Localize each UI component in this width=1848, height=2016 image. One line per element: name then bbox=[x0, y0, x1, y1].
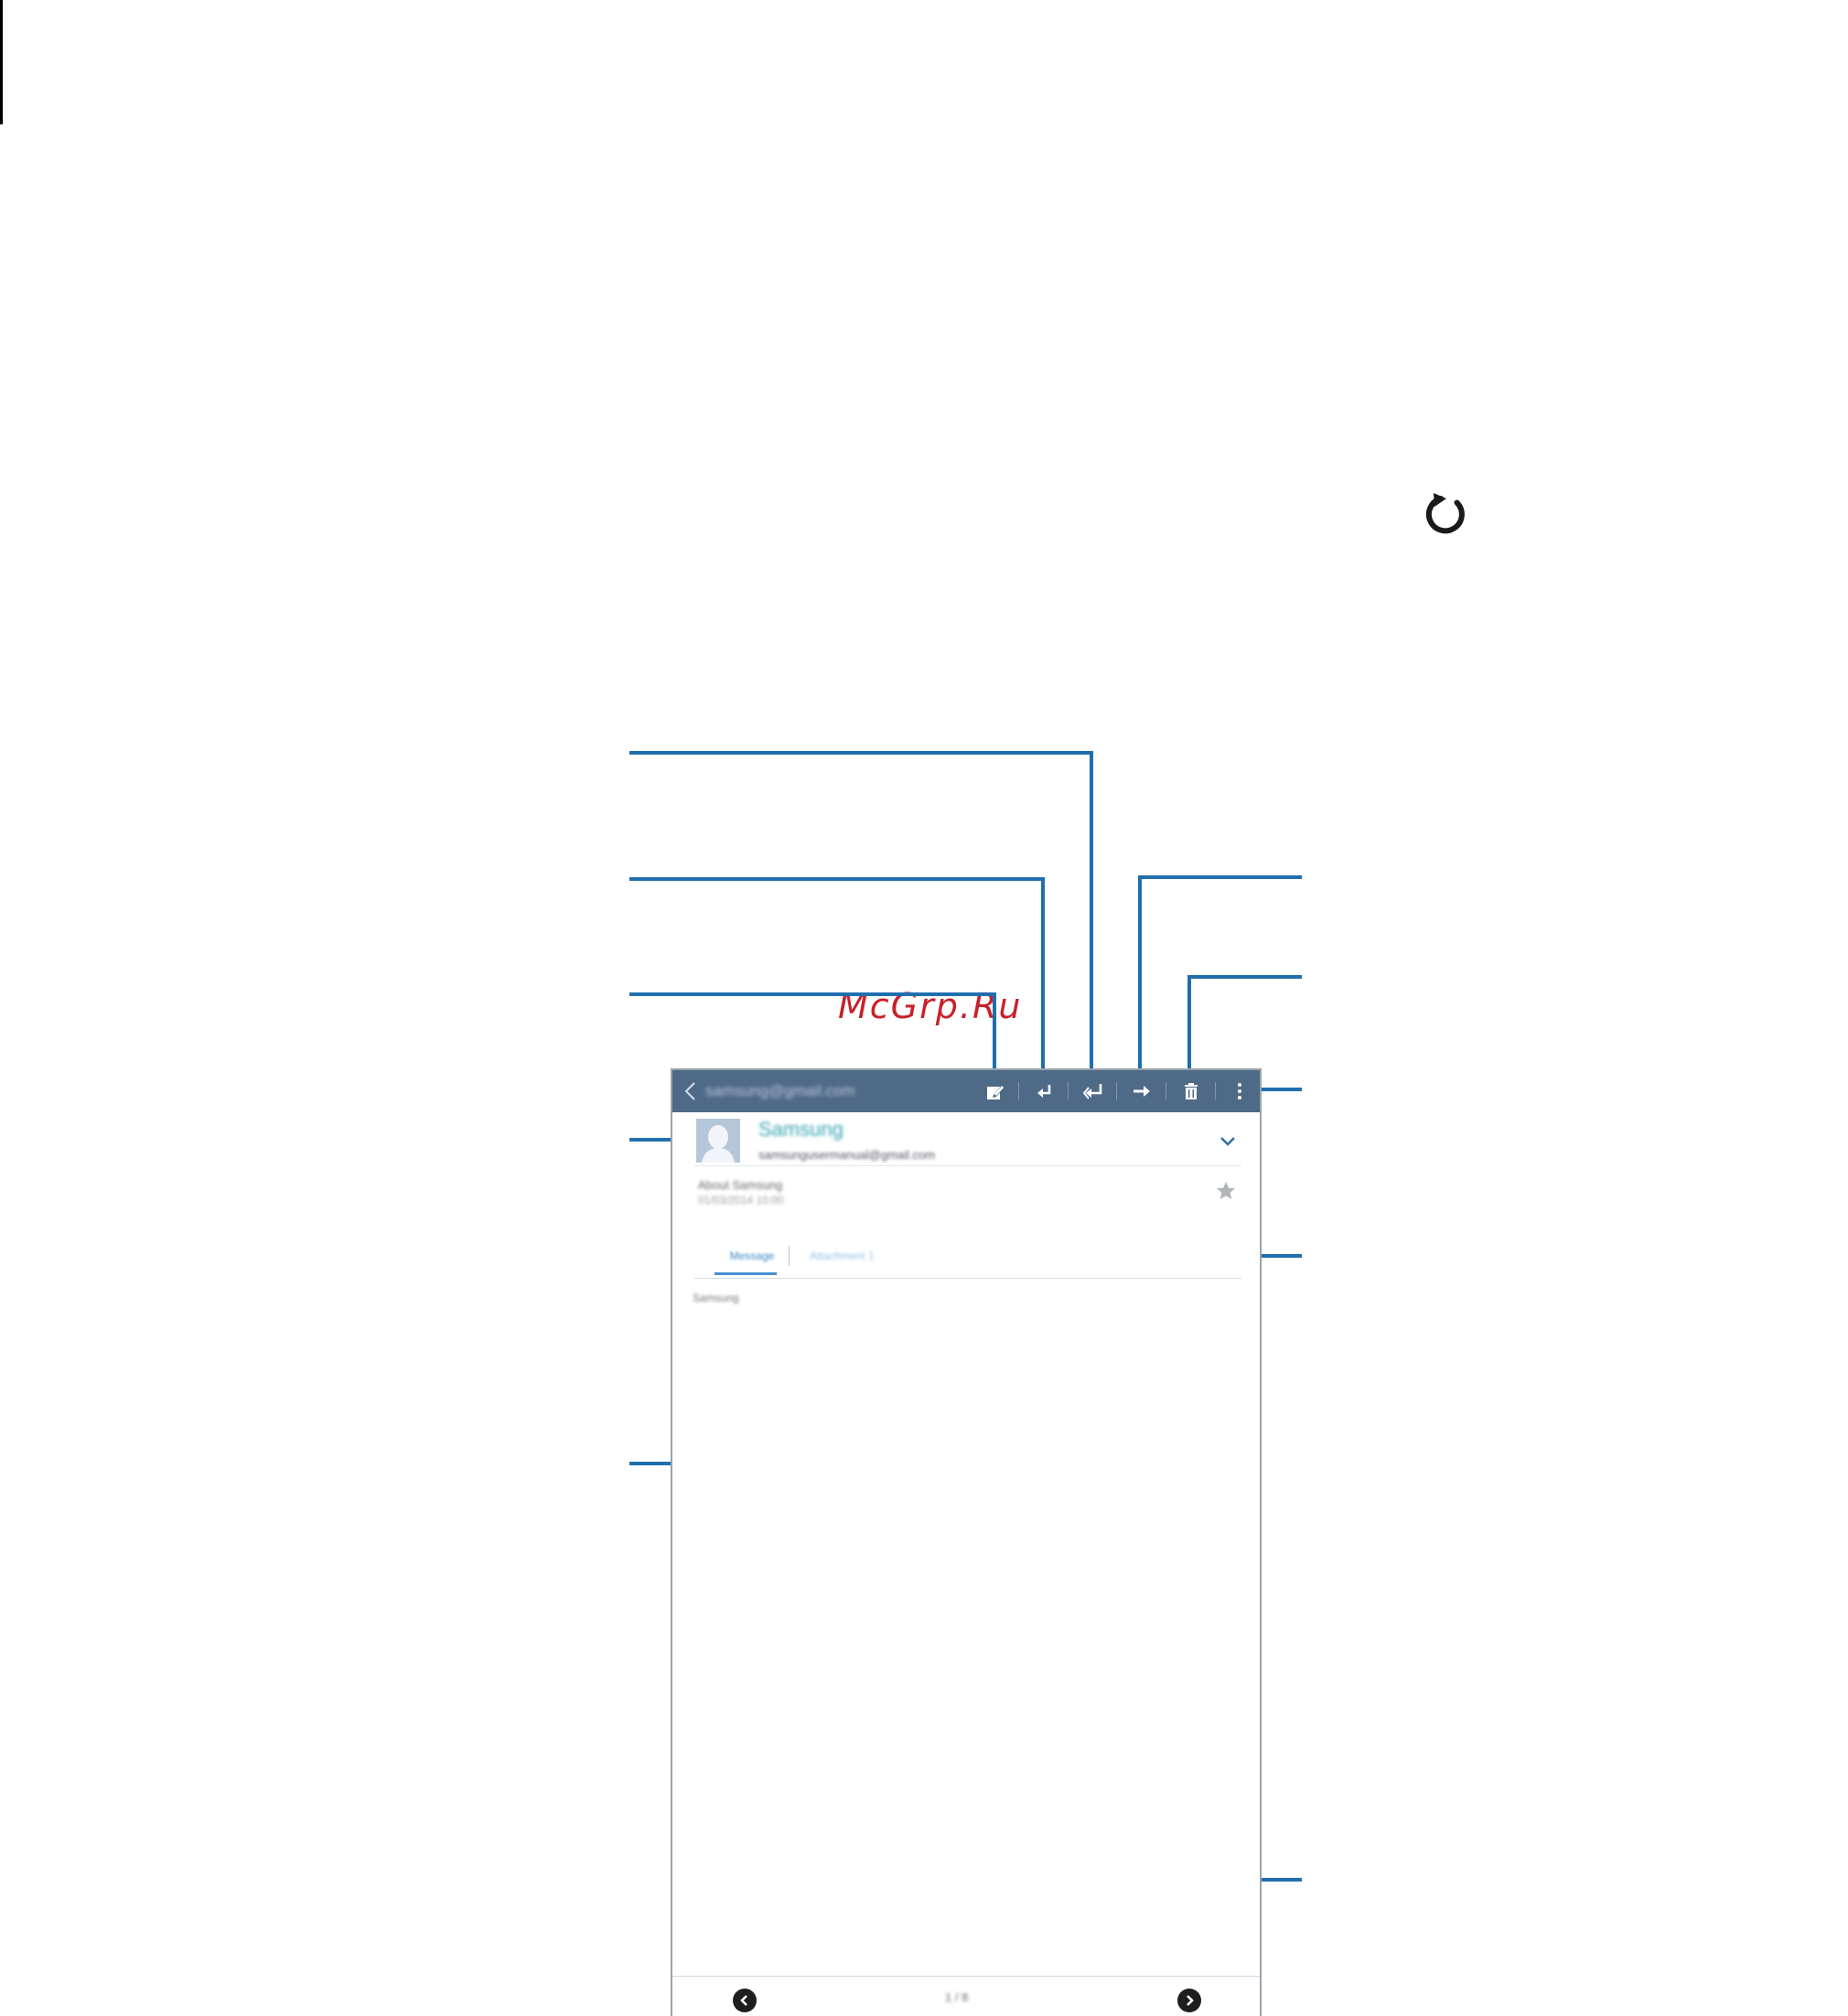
back-icon bbox=[684, 1082, 695, 1100]
more-options-icon bbox=[1238, 1083, 1241, 1099]
sender-name: Samsung bbox=[758, 1118, 843, 1141]
person-icon bbox=[696, 1119, 740, 1163]
action-separator bbox=[1068, 1082, 1069, 1100]
next-icon bbox=[1187, 1995, 1194, 2006]
tab-separator bbox=[789, 1246, 790, 1266]
reply-all-button[interactable] bbox=[1079, 1077, 1108, 1106]
next-message-button[interactable] bbox=[1177, 1989, 1201, 2012]
action-separator bbox=[1116, 1082, 1117, 1100]
compose-icon bbox=[987, 1085, 1005, 1099]
previous-icon bbox=[740, 1995, 747, 2006]
tab-divider bbox=[694, 1278, 1241, 1279]
star-icon[interactable] bbox=[1216, 1181, 1236, 1201]
watermark-text: McGrp.Ru bbox=[838, 986, 1023, 1026]
reply-all-icon bbox=[1082, 1084, 1102, 1099]
reply-icon bbox=[1037, 1085, 1051, 1098]
sender-avatar[interactable] bbox=[696, 1119, 740, 1163]
expand-icon[interactable] bbox=[1219, 1136, 1236, 1147]
callout-delete bbox=[1187, 975, 1302, 1076]
message-subject: About Samsung bbox=[698, 1178, 783, 1192]
forward-icon bbox=[1134, 1086, 1150, 1097]
more-options-button[interactable] bbox=[1225, 1077, 1254, 1106]
action-separator bbox=[1215, 1082, 1216, 1100]
delete-icon bbox=[1185, 1083, 1198, 1099]
footer-divider bbox=[672, 1976, 1260, 1977]
back-button[interactable] bbox=[676, 1077, 705, 1106]
callout-reply bbox=[629, 877, 1045, 1076]
email-screen: samsung@gmail.com Samsung samsunguserman… bbox=[671, 1068, 1262, 2016]
previous-message-button[interactable] bbox=[733, 1989, 757, 2012]
tab-message[interactable]: Message bbox=[722, 1249, 782, 1262]
message-body: Samsung bbox=[693, 1292, 739, 1304]
tab-attachment[interactable]: Attachment 1 bbox=[810, 1249, 875, 1262]
action-separator bbox=[1018, 1082, 1019, 1100]
refresh-icon bbox=[1420, 488, 1471, 540]
sender-email: samsungusermanual@gmail.com bbox=[758, 1148, 936, 1162]
page-edge-rule bbox=[0, 0, 3, 124]
callout-reply-all bbox=[629, 751, 1093, 1076]
header-divider bbox=[694, 1165, 1241, 1166]
delete-button[interactable] bbox=[1176, 1077, 1206, 1106]
reply-button[interactable] bbox=[1030, 1077, 1059, 1106]
account-title: samsung@gmail.com bbox=[705, 1082, 855, 1099]
message-datetime: 01/03/2014 10:00 bbox=[698, 1194, 784, 1206]
action-bar: samsung@gmail.com bbox=[672, 1070, 1260, 1112]
forward-button[interactable] bbox=[1127, 1077, 1156, 1106]
callout-forward bbox=[1138, 875, 1302, 1076]
tab-indicator bbox=[714, 1272, 777, 1275]
compose-button[interactable] bbox=[981, 1077, 1010, 1106]
page-counter: 1 / 8 bbox=[945, 1990, 969, 2004]
